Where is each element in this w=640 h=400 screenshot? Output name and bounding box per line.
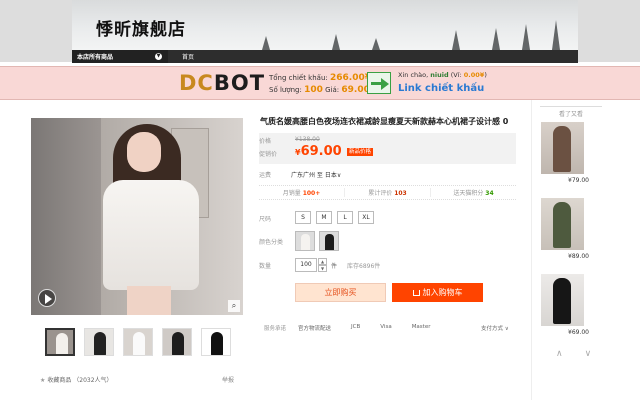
size-option[interactable]: XL xyxy=(358,211,374,224)
color-label: 颜色分类 xyxy=(259,239,284,246)
payment-methods-dropdown[interactable]: 支付方式 ∨ xyxy=(481,324,509,332)
service-promises: 服务承诺 官方物流配送 JCB Visa Master xyxy=(264,324,450,332)
chevron-down-icon: ▼ xyxy=(155,53,162,60)
sidebar-pager: ∧ ∨ xyxy=(556,349,591,359)
services-label: 服务承诺 xyxy=(264,326,287,332)
store-banner: 悸昕旗舰店 本店所有商品 ▼ 首页 xyxy=(0,0,640,63)
buy-now-button[interactable]: 立即购买 xyxy=(295,283,386,302)
recommended-image xyxy=(541,274,584,326)
discount-link[interactable]: Link chiết khấu xyxy=(398,83,484,94)
shipping-value[interactable]: 广东广州 至 日本∨ xyxy=(291,170,341,179)
stock-count: 库存6896件 xyxy=(347,263,381,270)
thumbnail[interactable] xyxy=(201,328,231,356)
sidebar-divider xyxy=(531,100,532,400)
banner-right-pad xyxy=(578,0,640,62)
shipping-row: 运费 广东广州 至 日本∨ xyxy=(259,170,341,179)
price-label: 价格 xyxy=(259,138,272,145)
store-nav: 本店所有商品 ▼ 首页 xyxy=(72,50,578,63)
nav-all-products[interactable]: 本店所有商品 ▼ xyxy=(72,50,168,63)
main-product-image[interactable]: ⌕ xyxy=(31,118,243,315)
color-swatch[interactable] xyxy=(319,231,339,251)
nav-all-products-label: 本店所有商品 xyxy=(77,54,114,61)
recommended-item[interactable]: ¥69.00 xyxy=(541,274,589,336)
size-label: 尺码 xyxy=(259,216,272,223)
recommended-price: ¥69.00 xyxy=(568,329,589,336)
favorite-count: （2032人气） xyxy=(73,377,113,384)
tree-decoration xyxy=(262,36,270,50)
store-name[interactable]: 悸昕旗舰店 xyxy=(96,15,186,40)
tree-decoration xyxy=(552,20,560,50)
sales-stats: 月销量 100+ 累计评价 103 送天猫积分 34 xyxy=(259,185,516,200)
recommended-price: ¥79.00 xyxy=(568,177,589,184)
points: 送天猫积分 34 xyxy=(453,190,494,197)
promo-price-row: 促销价 ¥69.00 新品价格 xyxy=(259,144,374,159)
tree-decoration xyxy=(372,38,380,50)
total-discount: 266.00¥ xyxy=(329,73,371,83)
dcbot-stats: Tổng chiết khấu: 266.00¥ Số lượng: 100 G… xyxy=(269,73,377,95)
promo-price: ¥69.00 xyxy=(295,144,342,159)
chevron-down-icon[interactable]: ∨ xyxy=(585,349,592,359)
recommended-image xyxy=(541,122,584,174)
service-item[interactable]: Visa xyxy=(380,324,391,332)
service-item[interactable]: 官方物流配送 xyxy=(298,324,331,332)
dcbot-qty: 100 xyxy=(304,85,323,95)
cart-icon xyxy=(412,290,420,296)
color-options xyxy=(295,231,339,251)
tree-decoration xyxy=(452,30,460,50)
dcbot-logo: DCBOT xyxy=(179,71,266,95)
size-options: S M L XL xyxy=(295,211,374,224)
thumbnail[interactable] xyxy=(45,328,75,356)
size-option[interactable]: M xyxy=(316,211,332,224)
arrow-right-icon xyxy=(367,72,391,94)
dcbot-greeting: Xin chào, niuid (Ví: 0.00¥) xyxy=(398,71,487,79)
price-box: 价格 ¥138.00 促销价 ¥69.00 新品价格 xyxy=(259,133,516,164)
product-title: 气质名媛高腰白色夜场连衣裙减龄显瘦夏天新款赫本心机裙子设计感 0 xyxy=(260,117,509,126)
promo-tag: 新品价格 xyxy=(347,148,374,156)
nav-home[interactable]: 首页 xyxy=(182,52,194,61)
dcbot-user: niuid xyxy=(430,71,449,79)
report-link[interactable]: 举报 xyxy=(222,375,234,384)
promo-label: 促销价 xyxy=(259,151,278,158)
review-count[interactable]: 累计评价 103 xyxy=(345,188,431,197)
thumbnail[interactable] xyxy=(162,328,192,356)
monthly-sales: 月销量 100+ xyxy=(259,188,345,197)
thumbnail[interactable] xyxy=(123,328,153,356)
size-option[interactable]: S xyxy=(295,211,311,224)
tree-decoration xyxy=(492,28,500,50)
quantity-decrease-button[interactable]: ▼ xyxy=(318,265,327,272)
thumbnail-strip xyxy=(45,328,231,356)
quantity-input[interactable]: 100 xyxy=(295,258,317,272)
quantity-increase-button[interactable]: ▲ xyxy=(318,258,327,265)
search-icon[interactable]: ⌕ xyxy=(228,300,240,312)
thumbnail[interactable] xyxy=(84,328,114,356)
star-icon: ★ xyxy=(40,377,46,384)
size-option[interactable]: L xyxy=(337,211,353,224)
chevron-up-icon[interactable]: ∧ xyxy=(556,349,563,359)
quantity-label: 数量 xyxy=(259,263,272,270)
service-item[interactable]: Master xyxy=(412,324,431,332)
play-video-icon[interactable] xyxy=(38,289,56,307)
recommended-item[interactable]: ¥89.00 xyxy=(541,198,589,260)
dcbot-wallet: 0.00¥ xyxy=(463,71,485,79)
recommended-image xyxy=(541,198,584,250)
recommended-item[interactable]: ¥79.00 xyxy=(541,122,589,184)
quantity-unit: 件 xyxy=(331,263,338,270)
recommended-price: ¥89.00 xyxy=(568,253,589,260)
favorite-button[interactable]: ★ 收藏商品 （2032人气） xyxy=(40,375,113,384)
banner-left-pad xyxy=(0,0,72,62)
tree-decoration xyxy=(332,34,340,50)
sidebar-title: 看了又看 xyxy=(540,106,602,118)
color-swatch[interactable] xyxy=(295,231,315,251)
original-price: ¥138.00 xyxy=(295,136,320,143)
shipping-label: 运费 xyxy=(259,172,272,179)
tree-decoration xyxy=(522,24,530,50)
dcbot-bar: DCBOT Tổng chiết khấu: 266.00¥ Số lượng:… xyxy=(0,66,640,100)
service-item[interactable]: JCB xyxy=(351,324,360,332)
add-to-cart-button[interactable]: 加入购物车 xyxy=(392,283,483,302)
original-price-row: 价格 ¥138.00 xyxy=(259,136,320,145)
